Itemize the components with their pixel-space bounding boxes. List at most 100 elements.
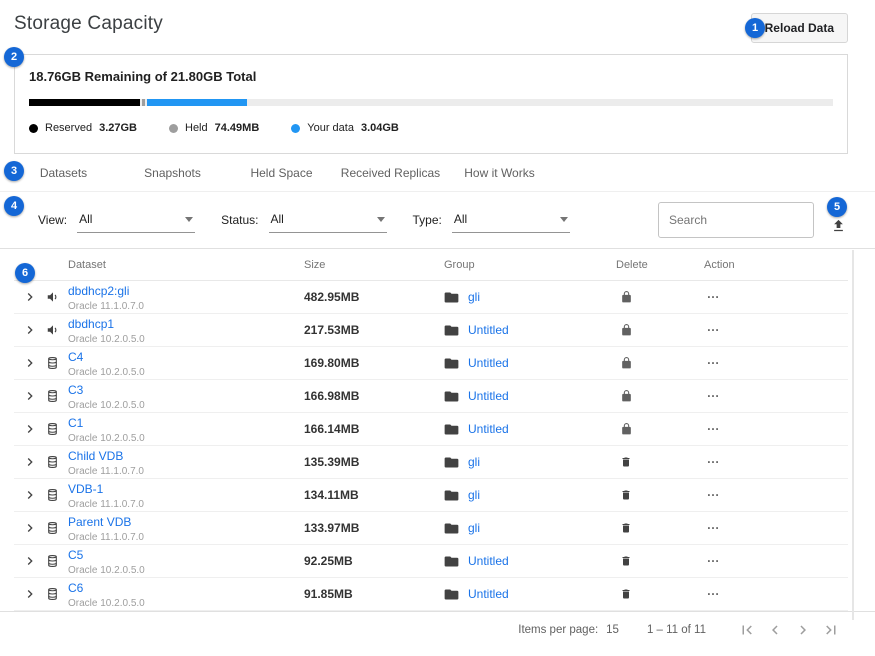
group-link[interactable]: Untitled (468, 356, 509, 370)
filter-bar: View: All Status: All Type: All (0, 192, 875, 249)
dataset-name-link[interactable]: VDB-1 (68, 483, 103, 496)
dataset-version: Oracle 10.2.0.5.0 (68, 334, 292, 345)
dataset-version: Oracle 10.2.0.5.0 (68, 367, 292, 378)
group-link[interactable]: gli (468, 521, 480, 535)
expand-row-button[interactable] (14, 322, 46, 338)
group-link[interactable]: Untitled (468, 554, 509, 568)
row-actions-button[interactable] (678, 323, 782, 337)
row-actions-button[interactable] (678, 389, 782, 403)
delete-cell[interactable] (602, 290, 678, 304)
tab-held-space[interactable]: Held Space (227, 166, 336, 180)
delete-cell[interactable] (602, 521, 678, 535)
legend-item: Held 74.49MB (169, 122, 259, 134)
export-button[interactable] (829, 216, 848, 235)
dataset-group-cell: Untitled (432, 323, 602, 337)
expand-row-button[interactable] (14, 454, 46, 470)
group-link[interactable]: gli (468, 455, 480, 469)
capacity-legend: Reserved 3.27GB Held 74.49MB Your data 3… (29, 122, 833, 134)
expand-row-button[interactable] (14, 487, 46, 503)
tab-datasets[interactable]: Datasets (9, 166, 118, 180)
row-actions-button[interactable] (678, 290, 782, 304)
row-actions-button[interactable] (678, 554, 782, 568)
reload-data-button[interactable]: Reload Data (751, 13, 848, 43)
row-actions-button[interactable] (678, 587, 782, 601)
vdb-database-icon (46, 488, 59, 502)
dataset-name-link[interactable]: C1 (68, 417, 83, 430)
group-link[interactable]: gli (468, 488, 480, 502)
first-page-button[interactable] (736, 619, 758, 641)
type-filter-select[interactable]: All (452, 208, 570, 233)
delete-cell[interactable] (602, 455, 678, 469)
table-row: dbdhcp2:gli Oracle 11.1.0.7.0 482.95MB g… (14, 281, 848, 314)
tab-snapshots[interactable]: Snapshots (118, 166, 227, 180)
folder-icon (444, 588, 459, 601)
group-link[interactable]: Untitled (468, 587, 509, 601)
more-horiz-icon (704, 323, 722, 337)
status-filter-value: All (271, 212, 284, 226)
dataset-size: 134.11MB (292, 488, 432, 502)
last-page-button[interactable] (820, 619, 842, 641)
status-filter-select[interactable]: All (269, 208, 387, 233)
folder-icon (444, 555, 459, 568)
previous-page-button[interactable] (764, 619, 786, 641)
delete-cell[interactable] (602, 488, 678, 502)
row-actions-button[interactable] (678, 455, 782, 469)
expand-row-button[interactable] (14, 520, 46, 536)
dataset-size: 135.39MB (292, 455, 432, 469)
group-link[interactable]: Untitled (468, 422, 509, 436)
group-link[interactable]: gli (468, 290, 480, 304)
legend-item: Reserved 3.27GB (29, 122, 137, 134)
row-actions-button[interactable] (678, 488, 782, 502)
expand-row-button[interactable] (14, 355, 46, 371)
dataset-name-link[interactable]: C4 (68, 351, 83, 364)
dataset-name-link[interactable]: C3 (68, 384, 83, 397)
first-page-icon (738, 621, 756, 639)
expand-row-button[interactable] (14, 553, 46, 569)
row-actions-button[interactable] (678, 521, 782, 535)
tab-how-it-works[interactable]: How it Works (445, 166, 554, 180)
dataset-name-link[interactable]: dbdhcp2:gli (68, 285, 129, 298)
vdb-database-icon (46, 521, 59, 535)
dataset-version: Oracle 10.2.0.5.0 (68, 565, 292, 576)
more-horiz-icon (704, 488, 722, 502)
callout-1: 1 (745, 18, 765, 38)
folder-icon (444, 324, 459, 337)
type-filter-value: All (454, 212, 467, 226)
items-per-page-select[interactable]: 15 (606, 624, 619, 636)
row-actions-button[interactable] (678, 422, 782, 436)
lock-icon (620, 356, 633, 370)
dataset-name-link[interactable]: C6 (68, 582, 83, 595)
column-header-delete: Delete (602, 259, 678, 271)
pagination-bar: Items per page: 15 1 – 11 of 11 (0, 611, 875, 647)
delete-cell[interactable] (602, 389, 678, 403)
dataset-name-link[interactable]: Child VDB (68, 450, 123, 463)
table-header-row: Dataset Size Group Delete Action (14, 249, 848, 281)
dataset-name-link[interactable]: dbdhcp1 (68, 318, 114, 331)
vertical-scrollbar[interactable] (852, 250, 854, 620)
dataset-name-link[interactable]: Parent VDB (68, 516, 131, 529)
search-input[interactable] (658, 202, 814, 238)
expand-row-button[interactable] (14, 586, 46, 602)
chevron-right-icon (22, 487, 38, 503)
view-filter-select[interactable]: All (77, 208, 195, 233)
delete-cell[interactable] (602, 554, 678, 568)
datasets-table: Dataset Size Group Delete Action dbdhcp2… (14, 249, 848, 611)
delete-cell[interactable] (602, 323, 678, 337)
expand-row-button[interactable] (14, 421, 46, 437)
next-page-button[interactable] (792, 619, 814, 641)
delete-cell[interactable] (602, 356, 678, 370)
tab-received-replicas[interactable]: Received Replicas (336, 166, 445, 180)
dsource-icon (46, 290, 60, 304)
dataset-name-link[interactable]: C5 (68, 549, 83, 562)
delete-cell[interactable] (602, 422, 678, 436)
group-link[interactable]: Untitled (468, 389, 509, 403)
dataset-group-cell: gli (432, 521, 602, 535)
group-link[interactable]: Untitled (468, 323, 509, 337)
delete-cell[interactable] (602, 587, 678, 601)
row-actions-button[interactable] (678, 356, 782, 370)
expand-row-button[interactable] (14, 388, 46, 404)
dataset-name-cell: C1 Oracle 10.2.0.5.0 (66, 414, 292, 444)
expand-row-button[interactable] (14, 289, 46, 305)
dataset-size: 91.85MB (292, 587, 432, 601)
folder-icon (444, 456, 459, 469)
